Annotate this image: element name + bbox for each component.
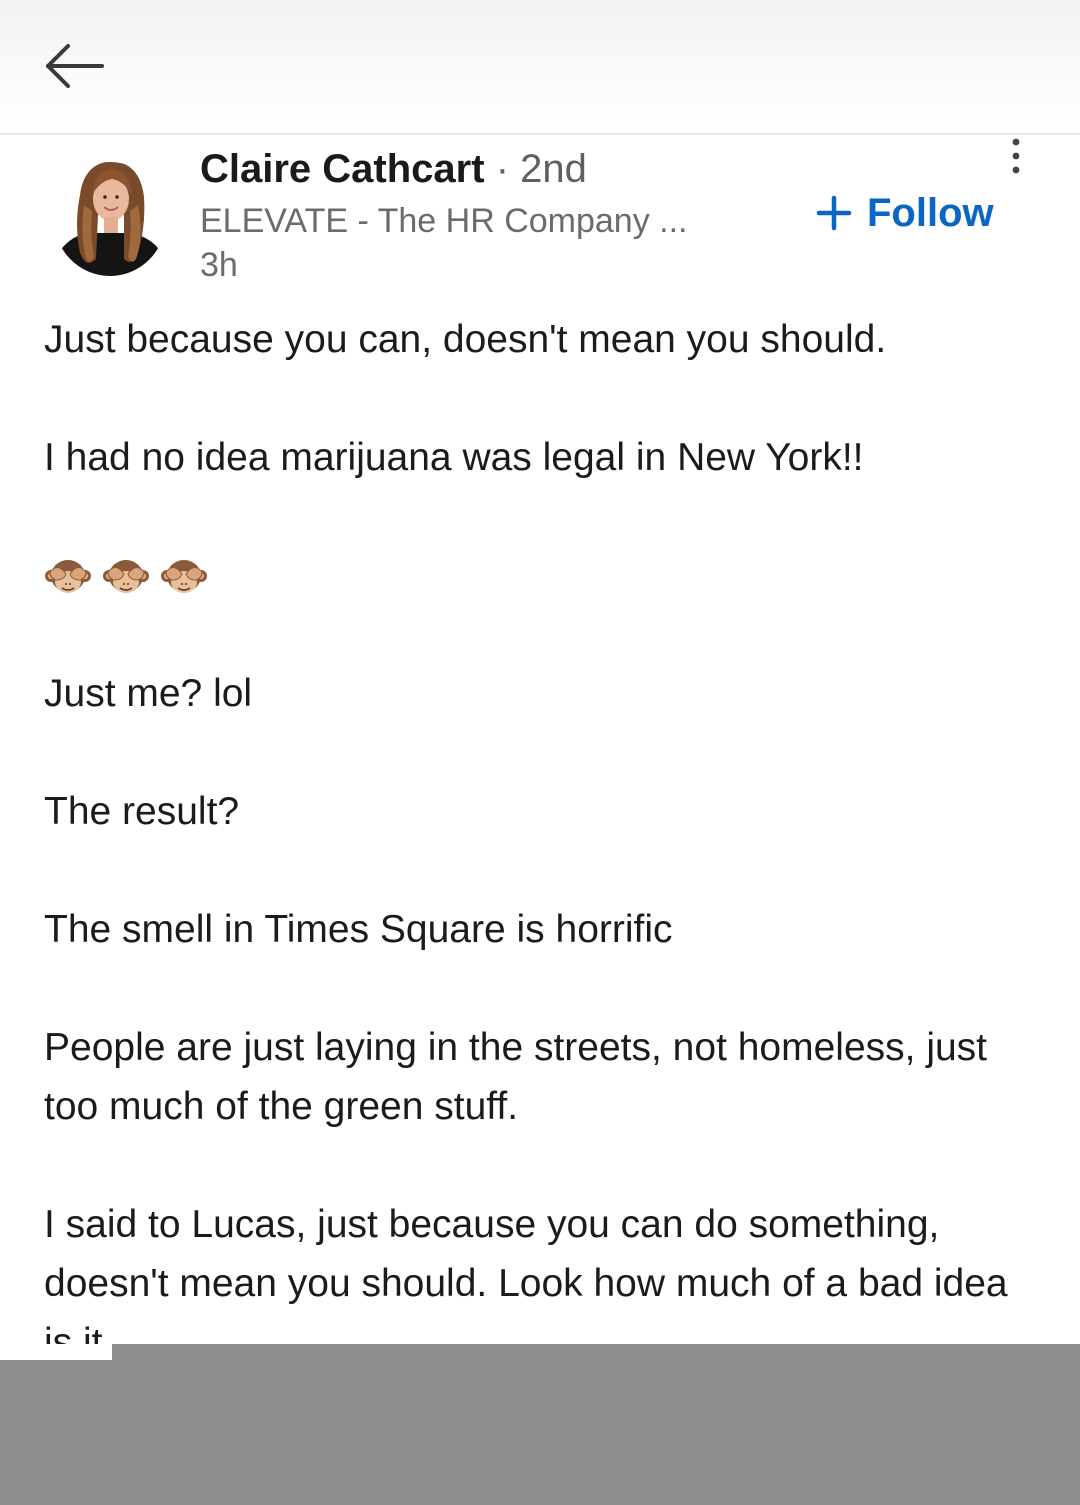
avatar[interactable] xyxy=(54,155,166,277)
bottom-overlay xyxy=(0,1344,1080,1505)
profile-photo xyxy=(54,162,166,276)
author-headline[interactable]: ELEVATE - The HR Company ... xyxy=(200,200,688,242)
see-no-evil-monkey-icon xyxy=(45,559,91,593)
post-paragraph: The result? xyxy=(44,790,240,833)
post-body: Just because you can, doesn't mean you s… xyxy=(44,310,1044,1431)
connection-degree: 2nd xyxy=(520,147,587,191)
back-button[interactable] xyxy=(40,38,110,94)
see-no-evil-monkey-icon xyxy=(161,559,207,593)
follow-button[interactable]: Follow xyxy=(815,188,994,238)
header-divider xyxy=(0,133,1080,135)
post-paragraph: Just me? lol xyxy=(44,672,253,715)
overlay-notch xyxy=(0,1344,112,1360)
arrow-left-icon xyxy=(46,44,104,88)
follow-label: Follow xyxy=(867,191,994,235)
author-line: Claire Cathcart · 2nd xyxy=(200,146,587,192)
vertical-ellipsis-icon xyxy=(1012,138,1020,174)
degree-separator: · xyxy=(495,147,510,191)
plus-icon xyxy=(816,195,852,231)
top-bar xyxy=(0,0,1080,133)
post-paragraph: The smell in Times Square is horrific xyxy=(44,908,673,951)
post-paragraph: Just because you can, doesn't mean you s… xyxy=(44,318,887,361)
see-no-evil-monkey-icon xyxy=(103,559,149,593)
author-name[interactable]: Claire Cathcart xyxy=(200,147,485,191)
post-paragraph: People are just laying in the streets, n… xyxy=(44,1026,988,1128)
post-detail-screen: Claire Cathcart · 2nd ELEVATE - The HR C… xyxy=(0,0,1080,1505)
more-options-button[interactable] xyxy=(1000,134,1032,178)
post-paragraph: I had no idea marijuana was legal in New… xyxy=(44,436,864,479)
post-timestamp: 3h xyxy=(200,246,238,284)
emoji-row xyxy=(44,546,1044,605)
